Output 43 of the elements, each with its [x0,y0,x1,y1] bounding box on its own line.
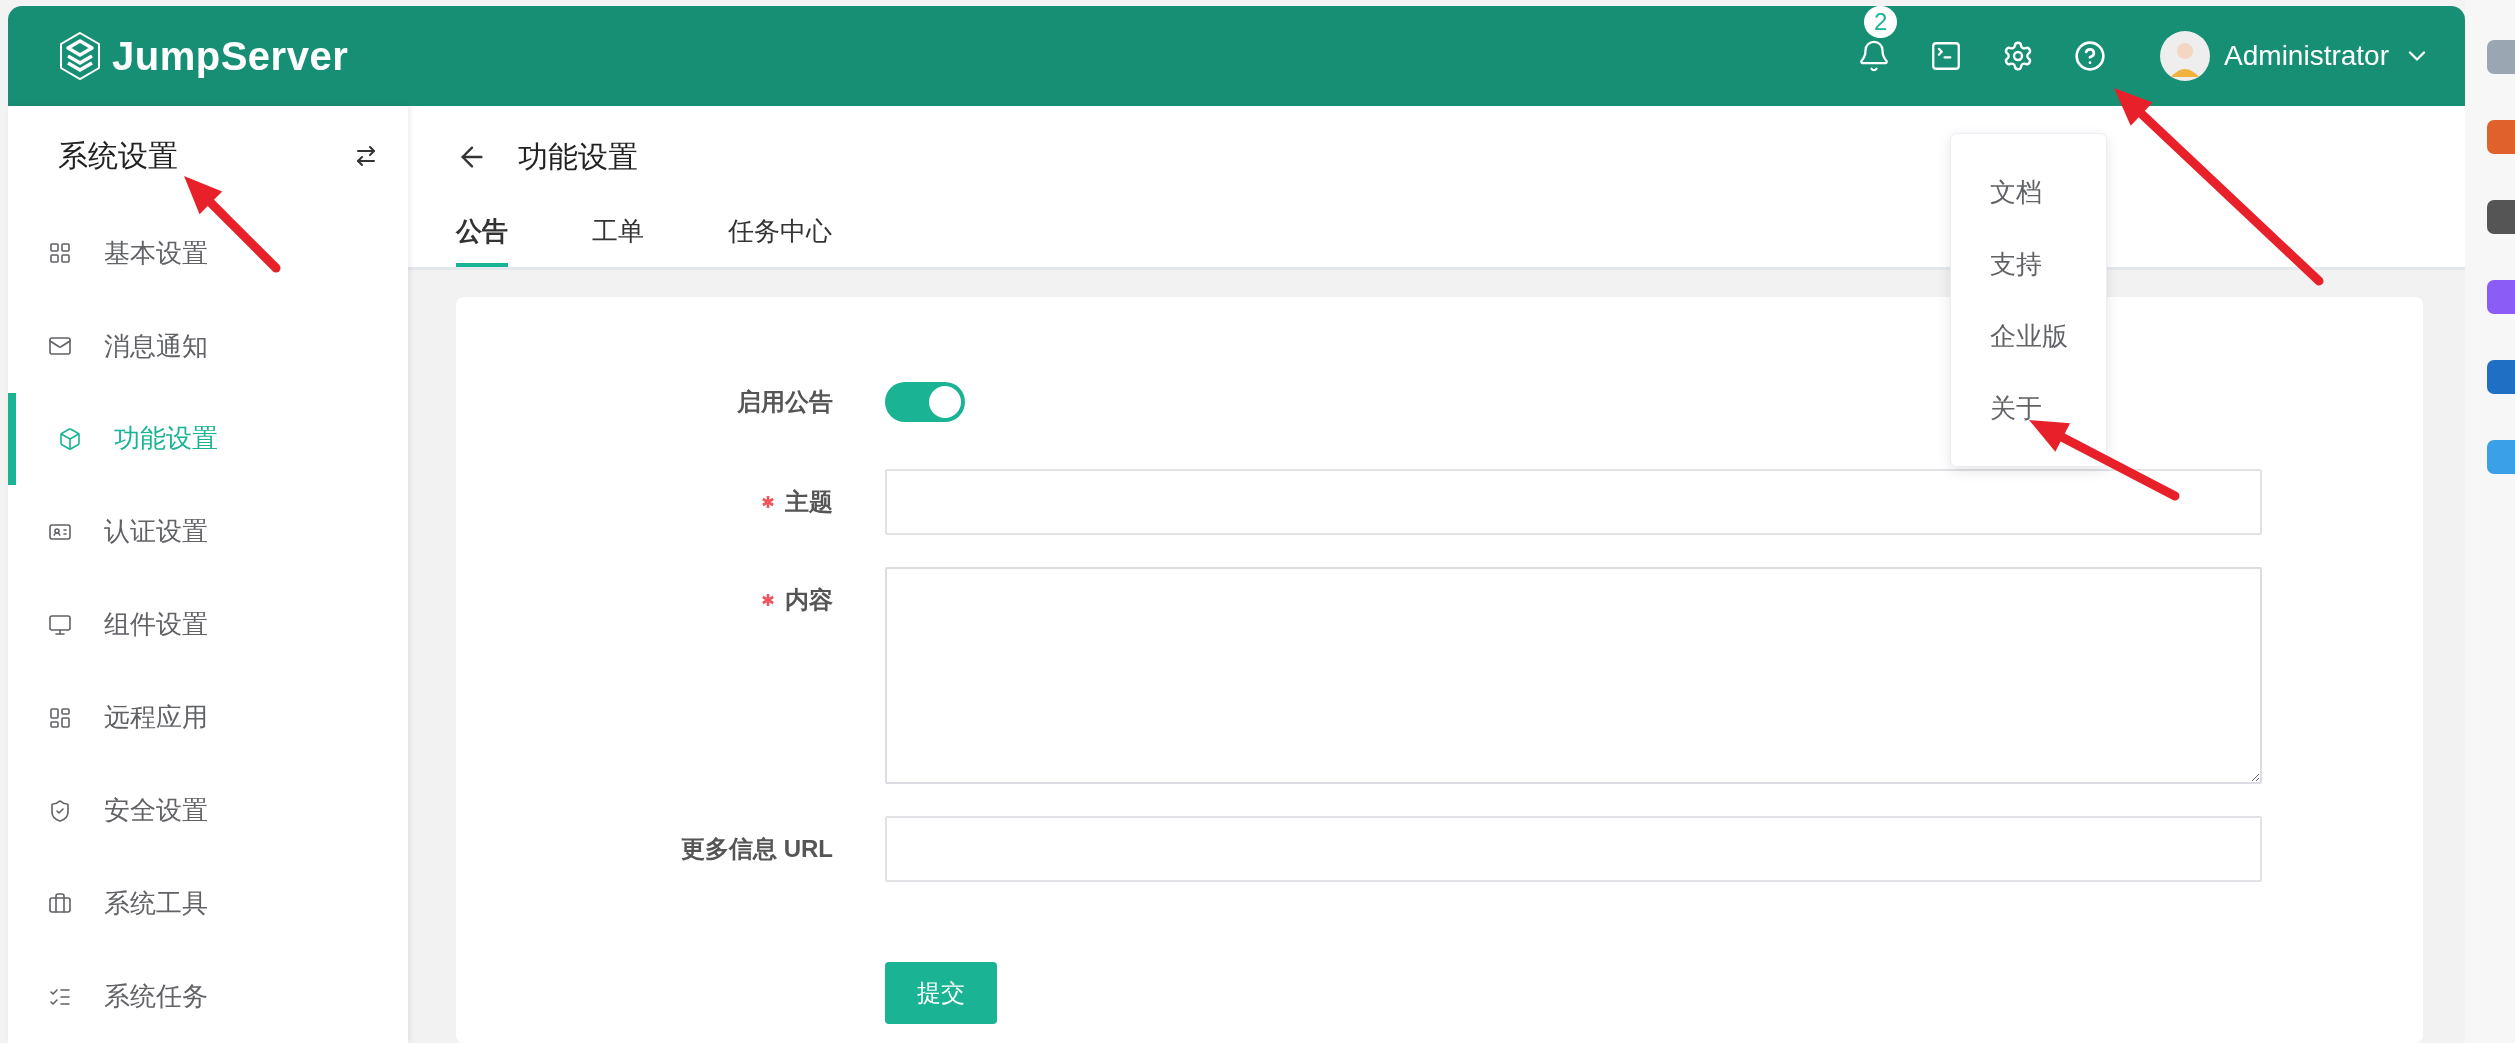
menu-item[interactable]: 文档 [1951,156,2106,228]
page-title: 功能设置 [518,138,638,175]
menu-item-icon [48,241,72,266]
app-icon[interactable] [2487,200,2515,234]
text-input-field[interactable] [885,816,2262,882]
menu-item-icon [48,891,72,916]
field-label: 主题 [785,487,833,517]
logo-icon [58,31,102,81]
notification-count: 2 [1864,6,1898,38]
field-label: 启用公告 [737,387,833,417]
field-label: 更多信息 URL [681,834,833,864]
app-icon[interactable] [2487,280,2515,314]
app-icon[interactable] [2487,120,2515,154]
menu-item-icon [58,426,82,451]
sidebar-item[interactable]: 远程应用 [8,671,408,765]
app-icon[interactable] [2487,440,2515,474]
app-icon[interactable] [2487,360,2515,394]
sidebar-item[interactable]: 认证设置 [8,485,408,579]
menu-item[interactable]: 企业版 [1951,300,2106,372]
sidebar-item[interactable]: 安全设置 [8,764,408,858]
text-input-field[interactable] [885,469,2262,535]
field-label: 内容 [785,585,833,615]
menu-item-icon [48,705,72,730]
menu-item[interactable]: 支持 [1951,228,2106,300]
sidebar-title: 系统设置 [58,137,178,174]
user-menu[interactable]: Administrator [2160,31,2431,81]
textarea-field[interactable] [885,567,2262,784]
toggle-switch[interactable] [885,382,965,422]
sidebar-item[interactable]: 基本设置 [8,206,408,300]
swap-icon[interactable] [354,144,378,169]
tab[interactable]: 公告 [456,208,508,267]
sidebar-item[interactable]: 系统工具 [8,857,408,951]
avatar-icon [2160,31,2211,81]
sidebar-item[interactable]: 系统任务 [8,950,408,1043]
logo-text: JumpServer [112,33,349,79]
sidebar-item[interactable]: 组件设置 [8,578,408,672]
app-icon[interactable] [2487,40,2515,74]
tab[interactable]: 任务中心 [728,208,832,267]
menu-item[interactable]: 关于 [1951,372,2106,444]
menu-item-icon [48,612,72,637]
menu-item-icon [48,798,72,823]
sidebar-item[interactable]: 消息通知 [8,299,408,393]
tab[interactable]: 工单 [592,208,644,267]
